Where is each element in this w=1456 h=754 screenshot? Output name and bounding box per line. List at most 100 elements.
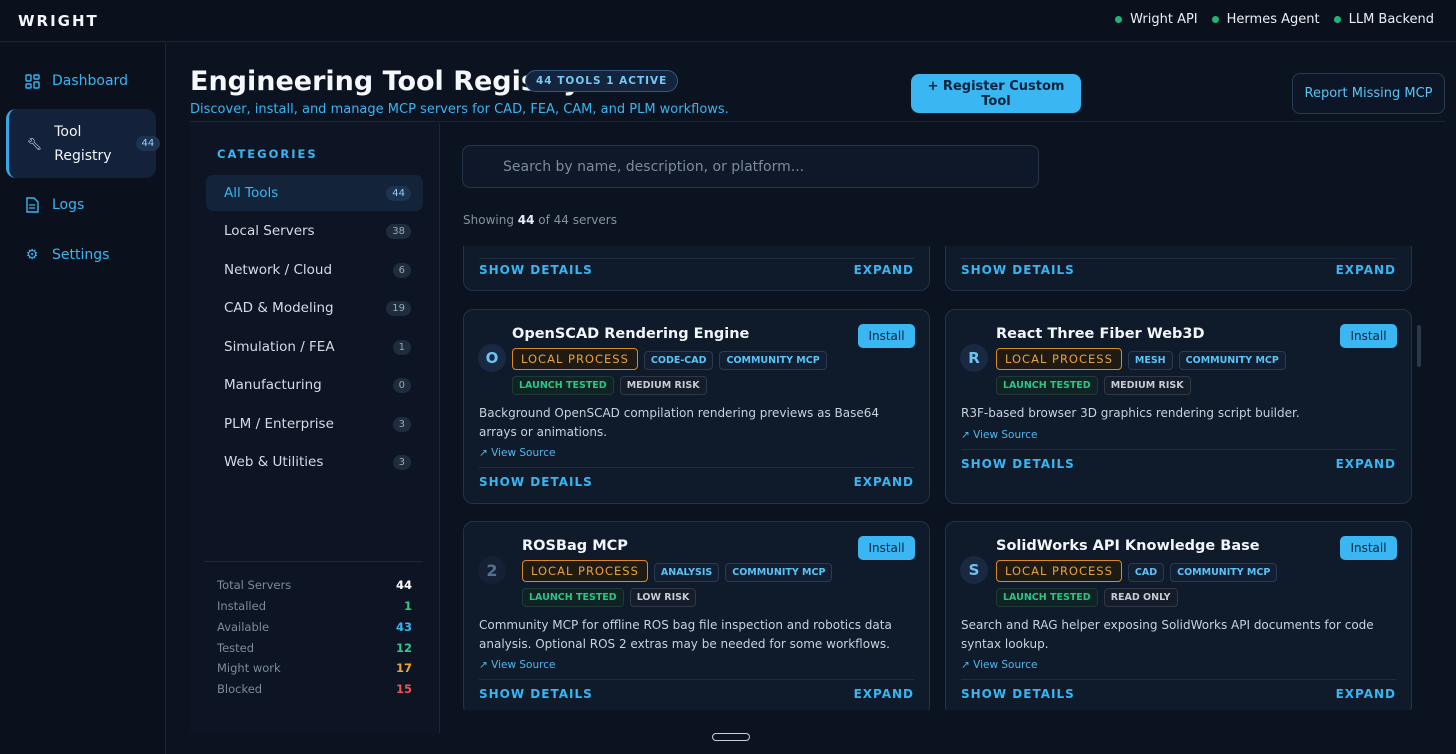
category-simulation-fea[interactable]: Simulation / FEA 1	[206, 329, 423, 365]
category-local-servers[interactable]: Local Servers 38	[206, 213, 423, 249]
category-label: Simulation / FEA	[224, 339, 335, 355]
nav-item-settings[interactable]: ⚙ Settings	[6, 241, 156, 269]
install-button[interactable]: Install	[858, 536, 915, 560]
results-suffix: of 44 servers	[534, 213, 617, 227]
category-label: CAD & Modeling	[224, 300, 334, 316]
show-details-button[interactable]: SHOW DETAILS	[961, 457, 1075, 471]
tool-status-tags: LAUNCH TESTED READ ONLY	[996, 588, 1178, 607]
tool-title: OpenSCAD Rendering Engine	[512, 326, 750, 342]
tool-description: Search and RAG helper exposing SolidWork…	[961, 618, 1374, 651]
category-all-tools[interactable]: All Tools 44	[206, 175, 423, 211]
install-button[interactable]: Install	[1340, 536, 1397, 560]
status-dot-icon	[1115, 16, 1123, 23]
show-details-button[interactable]: SHOW DETAILS	[961, 263, 1075, 277]
tool-card-openscad: O OpenSCAD Rendering Engine Install LOCA…	[463, 309, 930, 504]
stat-value: 44	[395, 578, 412, 592]
report-missing-mcp-button[interactable]: Report Missing MCP	[1292, 73, 1445, 114]
stat-total-servers: Total Servers 44	[217, 578, 412, 592]
category-web-utilities[interactable]: Web & Utilities 3	[206, 444, 423, 480]
tag-launch-tested: LAUNCH TESTED	[512, 376, 614, 395]
tool-card: SHOW DETAILS EXPAND	[463, 246, 930, 291]
category-count: 38	[386, 223, 411, 239]
tool-title: SolidWorks API Knowledge Base	[996, 538, 1260, 554]
tool-card-react-three-fiber: R React Three Fiber Web3D Install LOCAL …	[945, 309, 1412, 504]
category-count: 3	[392, 454, 411, 470]
tag-local-process: LOCAL PROCESS	[522, 560, 648, 582]
tag-launch-tested: LAUNCH TESTED	[996, 588, 1098, 607]
page-subtitle: Discover, install, and manage MCP server…	[190, 102, 729, 117]
card-divider	[961, 258, 1396, 259]
show-details-button[interactable]: SHOW DETAILS	[479, 263, 593, 277]
install-button[interactable]: Install	[858, 324, 915, 348]
brand-logo[interactable]: WRIGHT	[18, 12, 99, 30]
tag-risk: MEDIUM RISK	[1103, 376, 1191, 395]
show-details-button[interactable]: SHOW DETAILS	[961, 687, 1075, 701]
grid-scrollbar[interactable]	[1417, 325, 1421, 367]
stats-divider	[204, 561, 423, 562]
card-divider	[961, 679, 1396, 680]
view-source-link[interactable]: ↗ View Source	[961, 659, 1037, 671]
tag-source: COMMUNITY MCP	[719, 351, 827, 370]
category-cad-modeling[interactable]: CAD & Modeling 19	[206, 290, 423, 326]
sidebar-nav: Dashboard 🔧︎ Tool Registry 44 Logs ⚙ Set…	[0, 43, 166, 754]
category-count: 0	[392, 377, 411, 393]
expand-button[interactable]: EXPAND	[1336, 263, 1396, 277]
nav-item-dashboard[interactable]: Dashboard	[6, 67, 156, 95]
register-custom-tool-button[interactable]: + Register Custom Tool	[911, 74, 1081, 113]
tool-avatar: R	[960, 344, 988, 372]
stat-installed: Installed 1	[217, 599, 412, 613]
stat-value: 12	[395, 641, 412, 655]
stat-value: 15	[395, 682, 412, 696]
stat-might-work: Might work 17	[217, 661, 412, 675]
status-dot-icon	[1211, 16, 1219, 23]
stat-label: Installed	[217, 599, 266, 613]
view-source-link[interactable]: ↗ View Source	[479, 447, 555, 459]
tag-category: MESH	[1127, 351, 1173, 370]
stat-label: Available	[217, 620, 270, 634]
expand-button[interactable]: EXPAND	[854, 687, 914, 701]
tag-category: ANALYSIS	[653, 563, 720, 582]
nav-label: Dashboard	[52, 73, 128, 89]
tool-status-tags: LAUNCH TESTED MEDIUM RISK	[512, 376, 707, 395]
expand-button[interactable]: EXPAND	[854, 475, 914, 489]
nav-label: Settings	[52, 247, 110, 263]
category-network-cloud[interactable]: Network / Cloud 6	[206, 252, 423, 288]
card-divider	[479, 679, 914, 680]
tag-source: COMMUNITY MCP	[1170, 563, 1278, 582]
install-button[interactable]: Install	[1340, 324, 1397, 348]
search-input[interactable]	[462, 145, 1039, 188]
show-details-button[interactable]: SHOW DETAILS	[479, 687, 593, 701]
status-wright-api: Wright API	[1115, 12, 1198, 27]
tag-category: CODE-CAD	[643, 351, 714, 370]
results-prefix: Showing	[463, 213, 518, 227]
category-plm-enterprise[interactable]: PLM / Enterprise 3	[206, 406, 423, 442]
category-count: 6	[392, 262, 411, 278]
tool-description: Community MCP for offline ROS bag file i…	[479, 618, 892, 651]
status-label: LLM Backend	[1348, 12, 1434, 27]
nav-item-logs[interactable]: Logs	[6, 191, 156, 219]
stat-available: Available 43	[217, 620, 412, 634]
view-source-link[interactable]: ↗ View Source	[479, 659, 555, 671]
stat-tested: Tested 12	[217, 641, 412, 655]
page-title: Engineering Tool Registry	[190, 66, 581, 97]
stat-blocked: Blocked 15	[217, 682, 412, 696]
categories-panel: CATEGORIES All Tools 44 Local Servers 38 N…	[190, 123, 440, 733]
view-source-link[interactable]: ↗ View Source	[961, 429, 1037, 441]
tool-tags: LOCAL PROCESS ANALYSIS COMMUNITY MCP	[522, 560, 833, 582]
tool-tags: LOCAL PROCESS CODE-CAD COMMUNITY MCP	[512, 348, 827, 370]
show-details-button[interactable]: SHOW DETAILS	[479, 475, 593, 489]
tool-status-tags: LAUNCH TESTED LOW RISK	[522, 588, 697, 607]
expand-button[interactable]: EXPAND	[1336, 687, 1396, 701]
nav-label-line: Tool	[54, 123, 82, 140]
tag-risk: LOW RISK	[629, 588, 697, 607]
header-divider	[190, 121, 1445, 122]
home-indicator	[712, 733, 750, 741]
stat-value: 43	[395, 620, 412, 634]
nav-item-tool-registry[interactable]: 🔧︎ Tool Registry 44	[6, 109, 161, 178]
tool-card-solidworks: S SolidWorks API Knowledge Base Install …	[945, 521, 1412, 710]
status-label: Wright API	[1130, 12, 1198, 27]
tool-card-grid[interactable]: SHOW DETAILS EXPAND SHOW DETAILS EXPAND …	[440, 246, 1440, 710]
expand-button[interactable]: EXPAND	[1336, 457, 1396, 471]
category-manufacturing[interactable]: Manufacturing 0	[206, 367, 423, 403]
expand-button[interactable]: EXPAND	[854, 263, 914, 277]
